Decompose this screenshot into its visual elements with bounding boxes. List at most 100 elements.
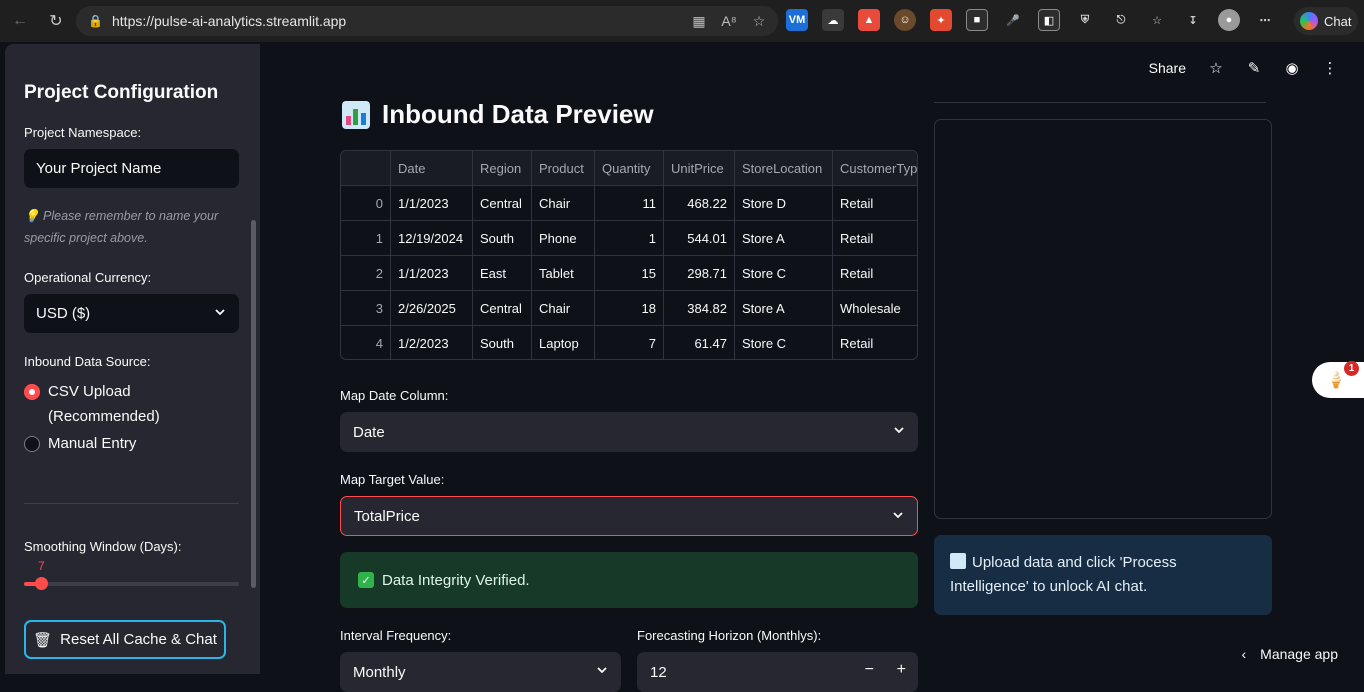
date-column-select[interactable]: Date bbox=[340, 412, 918, 452]
microphone-icon[interactable]: 🎤 bbox=[1002, 9, 1024, 31]
radio-manual-entry[interactable]: Manual Entry bbox=[24, 434, 136, 456]
table-header-cell[interactable]: Quantity bbox=[595, 151, 664, 186]
app-grid-icon[interactable]: ▦ bbox=[690, 12, 708, 30]
plus-icon[interactable]: + bbox=[897, 661, 906, 679]
manage-app-button[interactable]: ‹ Manage app bbox=[1241, 646, 1338, 662]
table-cell[interactable]: 298.71 bbox=[664, 256, 735, 291]
table-cell[interactable]: Retail bbox=[833, 186, 917, 221]
table-row[interactable]: 2 1/1/2023 East Tablet 15 298.71 Store C Retail bbox=[341, 256, 917, 291]
data-preview-table[interactable]: Date Region Product Quantity UnitPrice StoreL… bbox=[340, 150, 918, 360]
extension-puzzle-red-icon[interactable]: ✦ bbox=[930, 9, 952, 31]
extension-face-icon[interactable]: ☺ bbox=[894, 9, 916, 31]
github-icon[interactable]: ◉ bbox=[1284, 60, 1300, 77]
target-value-select[interactable]: TotalPrice bbox=[340, 496, 918, 536]
back-arrow-icon[interactable]: ← bbox=[8, 9, 32, 33]
table-row[interactable]: 1 12/19/2024 South Phone 1 544.01 Store A Retai… bbox=[341, 221, 917, 256]
table-cell[interactable]: Store A bbox=[735, 291, 833, 326]
favorites-icon[interactable]: ☆ bbox=[1146, 9, 1168, 31]
favorite-star-icon[interactable]: ☆ bbox=[750, 12, 768, 30]
shield-icon[interactable]: ⛨ bbox=[1074, 9, 1096, 31]
table-header-cell[interactable]: Region bbox=[473, 151, 532, 186]
address-bar[interactable]: 🔒 https://pulse-ai-analytics.streamlit.a… bbox=[76, 6, 778, 36]
horizon-stepper[interactable]: 12 − + bbox=[637, 652, 918, 692]
sidebar-scrollbar[interactable] bbox=[251, 220, 256, 588]
table-header-cell[interactable]: Product bbox=[532, 151, 595, 186]
row-index-cell[interactable]: 3 bbox=[341, 291, 391, 326]
trash-icon: 🗑 bbox=[33, 631, 53, 649]
downloads-icon[interactable]: ↧ bbox=[1182, 9, 1204, 31]
table-header-row[interactable]: Date Region Product Quantity UnitPrice StoreL… bbox=[341, 151, 917, 186]
table-cell[interactable]: Wholesale bbox=[833, 291, 917, 326]
table-cell[interactable]: Tablet bbox=[532, 256, 595, 291]
table-header-cell[interactable]: Date bbox=[391, 151, 473, 186]
table-cell[interactable]: 61.47 bbox=[664, 326, 735, 359]
table-cell[interactable]: Store D bbox=[735, 186, 833, 221]
star-icon[interactable]: ☆ bbox=[1208, 60, 1224, 77]
table-cell[interactable]: 1/1/2023 bbox=[391, 256, 473, 291]
table-cell[interactable]: 1/1/2023 bbox=[391, 186, 473, 221]
extension-cloud-icon[interactable]: ☁ bbox=[822, 9, 844, 31]
reload-icon[interactable]: ↻ bbox=[44, 9, 68, 33]
slider-thumb[interactable] bbox=[35, 577, 49, 590]
copilot-chat-button[interactable]: Chat bbox=[1294, 7, 1358, 35]
row-index-cell[interactable]: 1 bbox=[341, 221, 391, 256]
table-cell[interactable]: Phone bbox=[532, 221, 595, 256]
smoothing-slider[interactable] bbox=[24, 577, 239, 590]
table-cell[interactable]: 1/2/2023 bbox=[391, 326, 473, 359]
table-header-cell[interactable]: StoreLocation bbox=[735, 151, 833, 186]
table-row[interactable]: 3 2/26/2025 Central Chair 18 384.82 Store A Who… bbox=[341, 291, 917, 326]
table-cell[interactable]: Store C bbox=[735, 326, 833, 359]
interval-select[interactable]: Monthly bbox=[340, 652, 621, 692]
table-cell[interactable]: South bbox=[473, 326, 532, 359]
extension-square-icon[interactable]: ■ bbox=[966, 9, 988, 31]
table-cell[interactable]: Store C bbox=[735, 256, 833, 291]
table-cell[interactable]: Chair bbox=[532, 291, 595, 326]
table-row[interactable]: 0 1/1/2023 Central Chair 11 468.22 Store D Reta… bbox=[341, 186, 917, 221]
extension-split-icon[interactable]: ◧ bbox=[1038, 9, 1060, 31]
currency-label: Operational Currency: bbox=[24, 270, 152, 285]
table-cell[interactable]: 384.82 bbox=[664, 291, 735, 326]
table-cell[interactable]: 1 bbox=[595, 221, 664, 256]
table-cell[interactable]: East bbox=[473, 256, 532, 291]
table-header-cell[interactable] bbox=[341, 151, 391, 186]
table-header-cell[interactable]: UnitPrice bbox=[664, 151, 735, 186]
table-cell[interactable]: Chair bbox=[532, 186, 595, 221]
smoothing-value: 7 bbox=[38, 559, 45, 573]
more-menu-icon[interactable]: ⋯ bbox=[1254, 9, 1276, 31]
table-cell[interactable]: 11 bbox=[595, 186, 664, 221]
table-cell[interactable]: Central bbox=[473, 186, 532, 221]
currency-select[interactable]: USD ($) bbox=[24, 294, 239, 333]
table-cell[interactable]: Central bbox=[473, 291, 532, 326]
profile-avatar[interactable]: ● bbox=[1218, 9, 1240, 31]
table-row[interactable]: 4 1/2/2023 South Laptop 7 61.47 Store C Retail bbox=[341, 326, 917, 359]
table-cell[interactable]: Laptop bbox=[532, 326, 595, 359]
extensions-puzzle-icon[interactable]: ⎋ bbox=[1110, 9, 1132, 31]
share-button[interactable]: Share bbox=[1149, 60, 1186, 76]
table-cell[interactable]: 468.22 bbox=[664, 186, 735, 221]
namespace-input[interactable]: Your Project Name bbox=[24, 149, 239, 188]
table-cell[interactable]: Retail bbox=[833, 326, 917, 359]
row-index-cell[interactable]: 2 bbox=[341, 256, 391, 291]
table-cell[interactable]: South bbox=[473, 221, 532, 256]
table-cell[interactable]: 2/26/2025 bbox=[391, 291, 473, 326]
table-cell[interactable]: Store A bbox=[735, 221, 833, 256]
extension-hat-icon[interactable]: ▲ bbox=[858, 9, 880, 31]
read-aloud-icon[interactable]: A⁸ bbox=[720, 12, 738, 30]
minus-icon[interactable]: − bbox=[865, 661, 874, 679]
table-cell[interactable]: 12/19/2024 bbox=[391, 221, 473, 256]
extension-vm-icon[interactable]: VM bbox=[786, 9, 808, 31]
table-cell[interactable]: 544.01 bbox=[664, 221, 735, 256]
row-index-cell[interactable]: 4 bbox=[341, 326, 391, 359]
table-cell[interactable]: Retail bbox=[833, 256, 917, 291]
table-cell[interactable]: 7 bbox=[595, 326, 664, 359]
table-cell[interactable]: 15 bbox=[595, 256, 664, 291]
table-cell[interactable]: 18 bbox=[595, 291, 664, 326]
table-header-cell[interactable]: CustomerTyp bbox=[833, 151, 917, 186]
reset-cache-button[interactable]: 🗑 Reset All Cache & Chat bbox=[24, 620, 226, 659]
chevron-down-icon bbox=[215, 309, 225, 316]
table-cell[interactable]: Retail bbox=[833, 221, 917, 256]
row-index-cell[interactable]: 0 bbox=[341, 186, 391, 221]
kebab-menu-icon[interactable]: ⋮ bbox=[1322, 60, 1338, 77]
edit-pencil-icon[interactable]: ✎ bbox=[1246, 60, 1262, 77]
radio-csv-upload[interactable]: CSV Upload (Recommended) bbox=[24, 382, 188, 429]
